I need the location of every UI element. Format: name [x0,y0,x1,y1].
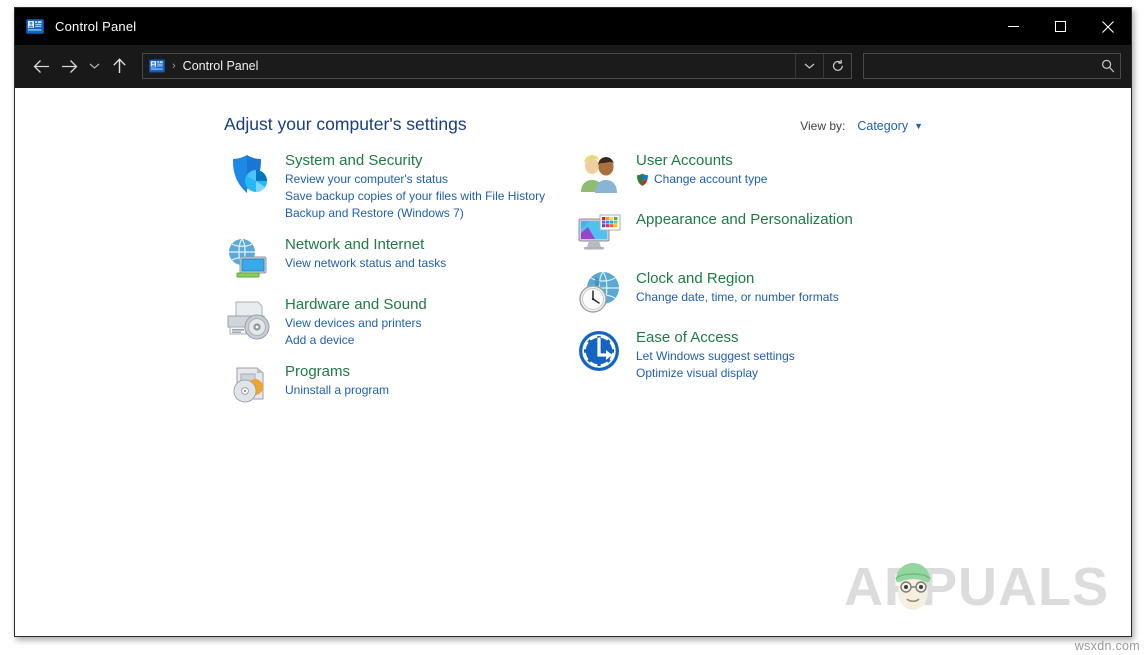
category-link[interactable]: Add a device [285,332,427,349]
appearance-and-personalization-icon[interactable] [575,209,623,257]
category-link[interactable]: Uninstall a program [285,382,389,399]
control-panel-icon [149,59,165,73]
close-button[interactable] [1084,8,1131,45]
category-link[interactable]: Review your computer's status [285,171,545,188]
search-icon[interactable] [1096,59,1120,73]
address-bar[interactable]: › Control Panel [142,53,852,79]
mascot-icon [895,563,931,610]
recent-locations-button[interactable] [83,51,105,81]
user-accounts-icon[interactable] [575,150,623,198]
control-panel-icon [26,19,44,34]
breadcrumb-separator: › [172,60,176,72]
maximize-button[interactable] [1037,8,1084,45]
category-title[interactable]: Clock and Region [636,269,839,288]
category-body: Ease of Access Let Windows suggest settin… [636,327,795,382]
view-by-value[interactable]: Category [857,119,908,133]
category-title[interactable]: System and Security [285,151,545,170]
category-link[interactable]: Change date, time, or number formats [636,289,839,306]
network-and-internet-icon[interactable] [224,234,272,282]
watermark-text: APPUALS [843,557,1109,617]
system-and-security-icon[interactable] [224,150,272,198]
uac-shield-icon [636,173,649,186]
category-body: Programs Uninstall a program [285,361,389,399]
category-link[interactable]: Save backup copies of your files with Fi… [285,188,545,205]
category-right-3: Ease of Access Let Windows suggest settin… [575,327,935,382]
site-watermark: wsxdn.com [1074,639,1140,653]
category-title[interactable]: User Accounts [636,151,767,170]
category-body: Network and Internet View network status … [285,234,446,272]
category-link[interactable]: View network status and tasks [285,255,446,272]
category-body: Hardware and Sound View devices and print… [285,294,427,349]
control-panel-window: Control Panel › Control Panel Adjust you… [14,7,1132,637]
category-link-label: Change account type [654,172,768,186]
category-body: Clock and Region Change date, time, or nu… [636,268,839,306]
left-category-column: System and Security Review your computer'… [224,150,554,421]
category-right-2: Clock and Region Change date, time, or nu… [575,268,935,316]
category-left-0: System and Security Review your computer'… [224,150,554,222]
category-left-1: Network and Internet View network status … [224,234,554,282]
address-dropdown-button[interactable] [795,54,823,78]
category-title[interactable]: Appearance and Personalization [636,210,853,229]
forward-button[interactable] [55,51,83,81]
hardware-and-sound-icon[interactable] [224,294,272,342]
category-title[interactable]: Programs [285,362,389,381]
appuals-watermark: APPUALS [844,560,1109,614]
programs-icon[interactable] [224,361,272,409]
page-title: Adjust your computer's settings [224,114,467,134]
window-controls [990,8,1131,45]
clock-and-region-icon[interactable] [575,268,623,316]
category-body: Appearance and Personalization [636,209,853,230]
title-bar: Control Panel [15,8,1131,45]
category-title[interactable]: Hardware and Sound [285,295,427,314]
category-left-3: Programs Uninstall a program [224,361,554,409]
view-by-label: View by: [800,119,846,133]
refresh-button[interactable] [823,54,851,78]
view-by-control: View by: Category ▼ [800,119,923,133]
back-button[interactable] [27,51,55,81]
category-link[interactable]: Optimize visual display [636,365,795,382]
screenshot-root: Control Panel › Control Panel Adjust you… [0,0,1146,655]
content-area: Adjust your computer's settings View by:… [15,88,1131,636]
search-input[interactable] [864,59,1096,73]
category-right-0: User Accounts Change account type [575,150,935,198]
right-category-column: User Accounts Change account type Appear… [575,150,935,393]
up-button[interactable] [105,51,133,81]
category-left-2: Hardware and Sound View devices and print… [224,294,554,349]
category-link[interactable]: Change account type [636,171,767,188]
window-title: Control Panel [55,19,137,34]
ease-of-access-icon[interactable] [575,327,623,375]
category-link[interactable]: View devices and printers [285,315,427,332]
category-right-1: Appearance and Personalization [575,209,935,257]
minimize-button[interactable] [990,8,1037,45]
category-body: System and Security Review your computer'… [285,150,545,222]
category-link[interactable]: Backup and Restore (Windows 7) [285,205,545,222]
category-body: User Accounts Change account type [636,150,767,188]
navigation-bar: › Control Panel [15,45,1131,88]
breadcrumb-control-panel[interactable]: Control Panel [183,59,259,73]
category-title[interactable]: Network and Internet [285,235,446,254]
search-box[interactable] [863,53,1121,79]
category-link[interactable]: Let Windows suggest settings [636,348,795,365]
chevron-down-icon[interactable]: ▼ [914,121,923,131]
category-title[interactable]: Ease of Access [636,328,795,347]
